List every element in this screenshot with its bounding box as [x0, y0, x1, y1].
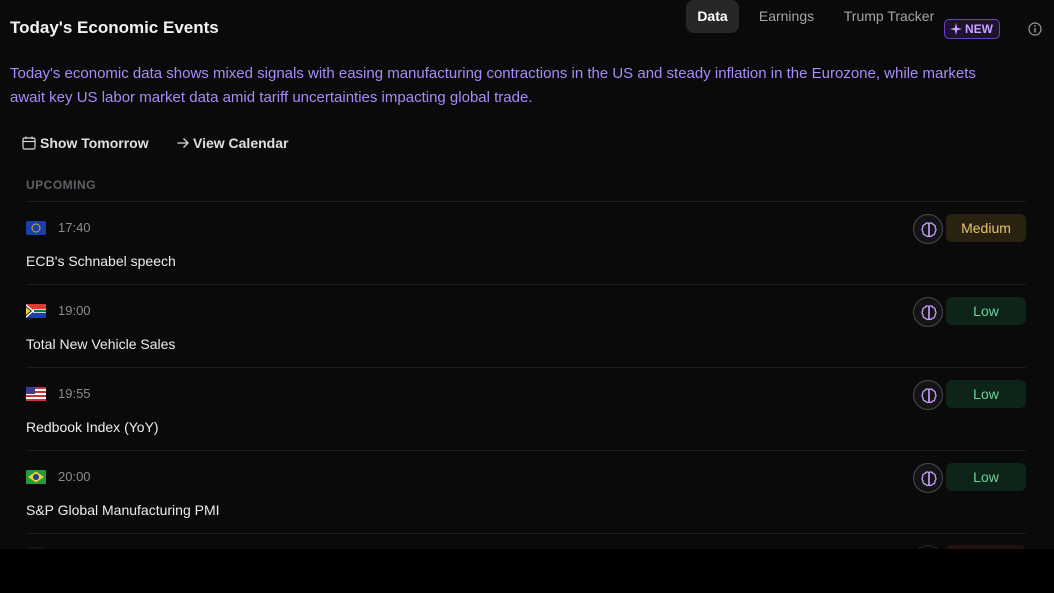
- new-badge-label: NEW: [965, 22, 993, 36]
- event-time: 19:00: [58, 303, 91, 318]
- event-row[interactable]: 19:00 Total New Vehicle Sales Low: [26, 285, 1026, 368]
- show-tomorrow-button[interactable]: Show Tomorrow: [22, 133, 149, 153]
- flag-eu-icon: [26, 221, 46, 235]
- ai-summary: Today's economic data shows mixed signal…: [10, 65, 976, 106]
- event-name: S&P Global Manufacturing PMI: [26, 502, 220, 518]
- calendar-icon: [22, 136, 36, 150]
- event-time: 17:40: [58, 220, 91, 235]
- info-icon[interactable]: [1028, 22, 1042, 36]
- ai-analysis-button[interactable]: [913, 297, 943, 327]
- brain-icon: [921, 305, 937, 321]
- tab-trump-tracker[interactable]: Trump Tracker: [834, 0, 944, 33]
- impact-badge: Low: [946, 463, 1026, 491]
- event-time: 19:55: [58, 386, 91, 401]
- arrow-right-icon: [177, 138, 189, 148]
- divider: [26, 533, 1026, 534]
- flag-us-icon: [26, 387, 46, 401]
- impact-badge: Low: [946, 380, 1026, 408]
- ai-analysis-button[interactable]: [913, 214, 943, 244]
- section-label-upcoming: UPCOMING: [26, 178, 96, 192]
- brain-icon: [921, 471, 937, 487]
- show-tomorrow-label: Show Tomorrow: [40, 135, 149, 151]
- impact-badge: Low: [946, 297, 1026, 325]
- event-row[interactable]: 17:40 ECB's Schnabel speech Medium: [26, 202, 1026, 285]
- event-name: Total New Vehicle Sales: [26, 336, 176, 352]
- brain-icon: [921, 222, 937, 238]
- bottom-fade: [0, 549, 1054, 593]
- ai-analysis-button[interactable]: [913, 463, 943, 493]
- brain-icon: [921, 388, 937, 404]
- tab-earnings[interactable]: Earnings: [750, 0, 823, 33]
- ai-analysis-button[interactable]: [913, 380, 943, 410]
- event-name: ECB's Schnabel speech: [26, 253, 176, 269]
- event-row[interactable]: 20:00 S&P Global Manufacturing PMI Low: [26, 451, 1026, 534]
- view-calendar-label: View Calendar: [193, 135, 289, 151]
- flag-br-icon: [26, 470, 46, 484]
- impact-badge: Medium: [946, 214, 1026, 242]
- page-title: Today's Economic Events: [10, 18, 219, 37]
- sparkle-icon: [950, 23, 962, 35]
- event-name: Redbook Index (YoY): [26, 419, 159, 435]
- flag-za-icon: [26, 304, 46, 318]
- event-time: 20:00: [58, 469, 91, 484]
- new-badge: NEW: [944, 19, 1000, 39]
- economic-events-panel: Today's Economic Events Data Earnings Tr…: [0, 0, 1054, 593]
- view-calendar-button[interactable]: View Calendar: [176, 133, 288, 153]
- tab-data[interactable]: Data: [686, 0, 739, 33]
- event-row[interactable]: 19:55 Redbook Index (YoY) Low: [26, 368, 1026, 451]
- panel-header: Today's Economic Events Data Earnings Tr…: [0, 0, 1054, 58]
